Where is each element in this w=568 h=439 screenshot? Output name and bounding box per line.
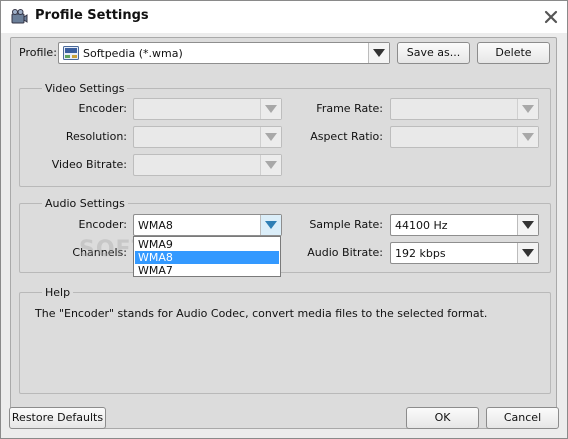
frame-rate-select[interactable] (390, 98, 539, 120)
chevron-down-icon[interactable] (517, 215, 538, 235)
audio-settings-title: Audio Settings (42, 197, 128, 210)
profile-value: Softpedia (*.wma) (83, 47, 183, 60)
sample-rate-select[interactable]: 44100 Hz (390, 214, 539, 236)
chevron-down-icon (260, 99, 281, 119)
profile-label: Profile: (19, 46, 57, 59)
frame-rate-label: Frame Rate: (316, 102, 383, 115)
audio-encoder-value: WMA8 (138, 219, 173, 232)
audio-bitrate-label: Audio Bitrate: (307, 246, 383, 259)
close-icon[interactable] (541, 7, 561, 27)
video-settings-title: Video Settings (42, 82, 128, 95)
audio-encoder-dropdown-list: WMA9 WMA8 WMA7 (133, 236, 281, 277)
chevron-down-icon (517, 99, 538, 119)
audio-encoder-select[interactable]: WMA8 (133, 214, 282, 236)
video-bitrate-select[interactable] (133, 154, 282, 176)
video-bitrate-label: Video Bitrate: (51, 158, 127, 171)
wma-file-icon (63, 46, 79, 60)
app-icon (10, 8, 28, 26)
aspect-ratio-label: Aspect Ratio: (310, 130, 383, 143)
video-encoder-select[interactable] (133, 98, 282, 120)
save-as-button[interactable]: Save as... (397, 42, 470, 64)
profile-select[interactable]: Softpedia (*.wma) (58, 42, 390, 64)
chevron-down-icon (517, 127, 538, 147)
cancel-button[interactable]: Cancel (486, 407, 559, 429)
title-bar: Profile Settings (1, 1, 567, 33)
profile-settings-dialog: Profile Settings Profile: Softpedia (*.w… (0, 0, 568, 439)
audio-encoder-label: Encoder: (78, 218, 128, 231)
dropdown-option[interactable]: WMA9 (135, 238, 279, 251)
restore-defaults-button[interactable]: Restore Defaults (9, 407, 106, 429)
sample-rate-value: 44100 Hz (395, 219, 448, 232)
help-title: Help (42, 286, 74, 299)
dialog-title: Profile Settings (35, 8, 149, 23)
aspect-ratio-select[interactable] (390, 126, 539, 148)
chevron-down-icon[interactable] (517, 243, 538, 263)
resolution-label: Resolution: (65, 130, 127, 143)
audio-bitrate-select[interactable]: 192 kbps (390, 242, 539, 264)
dropdown-option-selected[interactable]: WMA8 (135, 251, 279, 264)
delete-button[interactable]: Delete (477, 42, 550, 64)
profile-dropdown-arrow[interactable] (368, 43, 389, 63)
video-encoder-label: Encoder: (78, 102, 128, 115)
help-text: The "Encoder" stands for Audio Codec, co… (35, 307, 488, 320)
sample-rate-label: Sample Rate: (309, 218, 383, 231)
dropdown-option[interactable]: WMA7 (135, 264, 279, 277)
resolution-select[interactable] (133, 126, 282, 148)
audio-bitrate-value: 192 kbps (395, 247, 446, 260)
ok-button[interactable]: OK (406, 407, 479, 429)
chevron-down-icon (260, 155, 281, 175)
audio-encoder-dropdown-arrow[interactable] (260, 215, 281, 235)
chevron-down-icon (260, 127, 281, 147)
